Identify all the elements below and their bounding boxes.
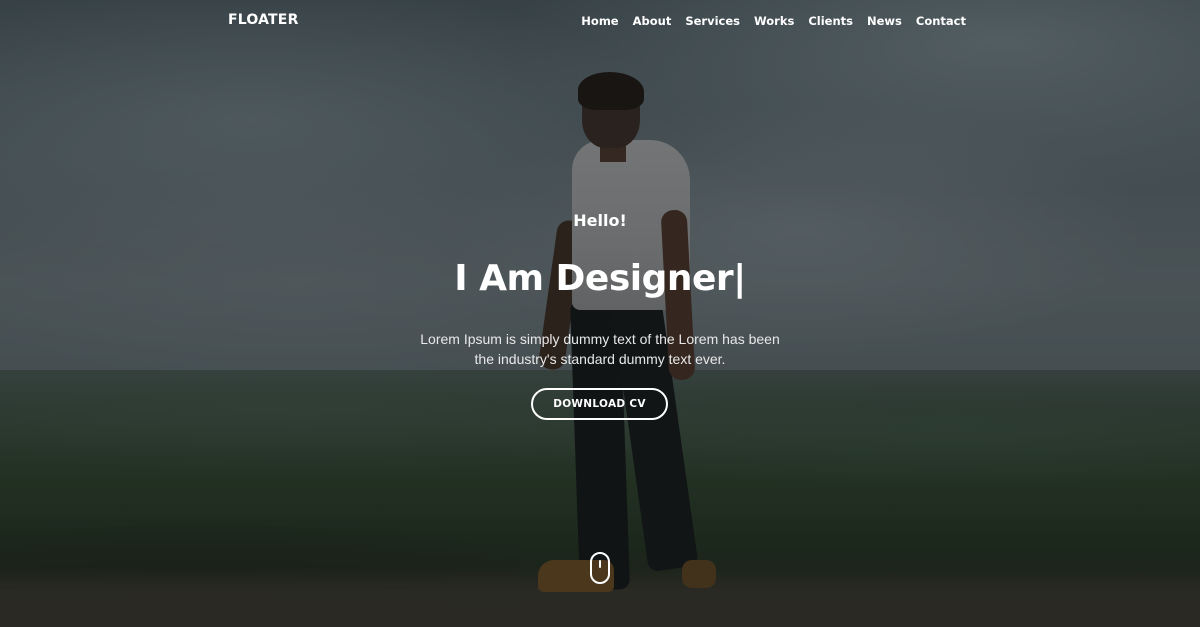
- hero-headline: I Am Designer|: [0, 258, 1200, 299]
- nav-item-contact[interactable]: Contact: [916, 14, 966, 28]
- download-cv-button[interactable]: DOWNLOAD CV: [531, 388, 668, 420]
- mouse-wheel-indicator: [599, 560, 601, 568]
- hero-description: Lorem Ipsum is simply dummy text of the …: [420, 331, 780, 367]
- hero-section: FLOATER Home About Services Works Client…: [0, 0, 1200, 627]
- hero-greeting: Hello!: [573, 211, 627, 230]
- nav-item-services[interactable]: Services: [685, 14, 740, 28]
- hero-dark-overlay: [0, 0, 1200, 627]
- nav-menu: Home About Services Works Clients News C…: [581, 14, 966, 28]
- nav-item-works[interactable]: Works: [754, 14, 794, 28]
- nav-item-home[interactable]: Home: [581, 14, 618, 28]
- mouse-scroll-icon[interactable]: [590, 552, 610, 584]
- nav-item-clients[interactable]: Clients: [808, 14, 853, 28]
- nav-item-news[interactable]: News: [867, 14, 902, 28]
- hero-headline-text: I Am Designer: [454, 258, 734, 299]
- typing-cursor: |: [733, 258, 746, 299]
- top-navbar: FLOATER Home About Services Works Client…: [0, 0, 1200, 44]
- brand-logo[interactable]: FLOATER: [228, 12, 299, 28]
- nav-item-about[interactable]: About: [633, 14, 672, 28]
